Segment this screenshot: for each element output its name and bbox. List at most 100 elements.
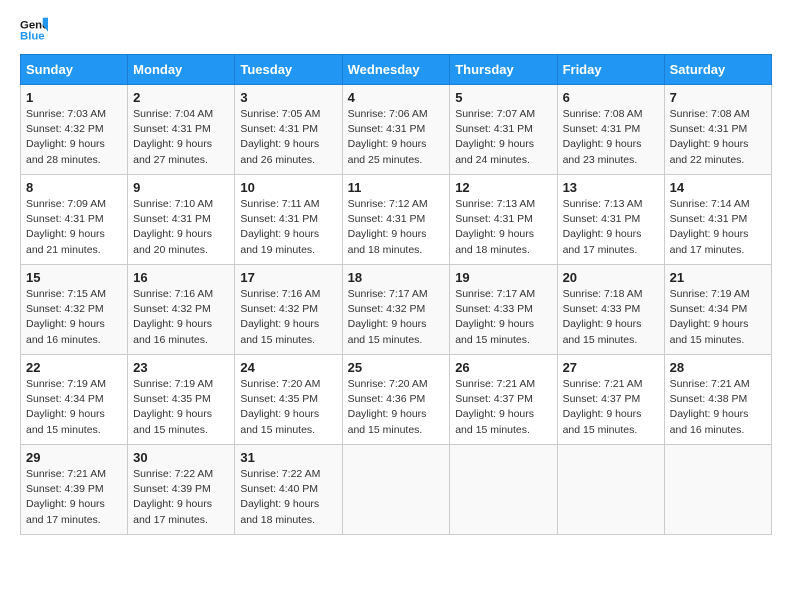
day-detail: Sunrise: 7:19 AMSunset: 4:34 PMDaylight:… <box>26 377 122 438</box>
day-detail: Sunrise: 7:17 AMSunset: 4:33 PMDaylight:… <box>455 287 551 348</box>
day-detail: Sunrise: 7:03 AMSunset: 4:32 PMDaylight:… <box>26 107 122 168</box>
calendar-cell: 7 Sunrise: 7:08 AMSunset: 4:31 PMDayligh… <box>664 85 771 175</box>
day-header-friday: Friday <box>557 55 664 85</box>
calendar-cell: 5 Sunrise: 7:07 AMSunset: 4:31 PMDayligh… <box>450 85 557 175</box>
calendar-cell: 8 Sunrise: 7:09 AMSunset: 4:31 PMDayligh… <box>21 175 128 265</box>
calendar-cell: 14 Sunrise: 7:14 AMSunset: 4:31 PMDaylig… <box>664 175 771 265</box>
day-detail: Sunrise: 7:19 AMSunset: 4:34 PMDaylight:… <box>670 287 766 348</box>
day-header-tuesday: Tuesday <box>235 55 342 85</box>
day-number: 4 <box>348 90 445 105</box>
day-number: 24 <box>240 360 336 375</box>
day-header-thursday: Thursday <box>450 55 557 85</box>
calendar-header: SundayMondayTuesdayWednesdayThursdayFrid… <box>21 55 772 85</box>
calendar-week-1: 1 Sunrise: 7:03 AMSunset: 4:32 PMDayligh… <box>21 85 772 175</box>
day-number: 20 <box>563 270 659 285</box>
day-detail: Sunrise: 7:21 AMSunset: 4:38 PMDaylight:… <box>670 377 766 438</box>
day-detail: Sunrise: 7:16 AMSunset: 4:32 PMDaylight:… <box>133 287 229 348</box>
calendar-cell: 12 Sunrise: 7:13 AMSunset: 4:31 PMDaylig… <box>450 175 557 265</box>
calendar-cell: 15 Sunrise: 7:15 AMSunset: 4:32 PMDaylig… <box>21 265 128 355</box>
calendar-cell: 2 Sunrise: 7:04 AMSunset: 4:31 PMDayligh… <box>128 85 235 175</box>
day-number: 16 <box>133 270 229 285</box>
logo-icon: General Blue <box>20 16 48 44</box>
calendar-cell <box>342 445 450 535</box>
day-detail: Sunrise: 7:07 AMSunset: 4:31 PMDaylight:… <box>455 107 551 168</box>
day-detail: Sunrise: 7:09 AMSunset: 4:31 PMDaylight:… <box>26 197 122 258</box>
day-number: 1 <box>26 90 122 105</box>
day-detail: Sunrise: 7:17 AMSunset: 4:32 PMDaylight:… <box>348 287 445 348</box>
calendar-cell: 31 Sunrise: 7:22 AMSunset: 4:40 PMDaylig… <box>235 445 342 535</box>
day-detail: Sunrise: 7:10 AMSunset: 4:31 PMDaylight:… <box>133 197 229 258</box>
day-number: 30 <box>133 450 229 465</box>
day-number: 27 <box>563 360 659 375</box>
day-detail: Sunrise: 7:06 AMSunset: 4:31 PMDaylight:… <box>348 107 445 168</box>
calendar-cell: 20 Sunrise: 7:18 AMSunset: 4:33 PMDaylig… <box>557 265 664 355</box>
day-number: 11 <box>348 180 445 195</box>
day-detail: Sunrise: 7:13 AMSunset: 4:31 PMDaylight:… <box>455 197 551 258</box>
calendar-week-4: 22 Sunrise: 7:19 AMSunset: 4:34 PMDaylig… <box>21 355 772 445</box>
day-detail: Sunrise: 7:14 AMSunset: 4:31 PMDaylight:… <box>670 197 766 258</box>
day-detail: Sunrise: 7:08 AMSunset: 4:31 PMDaylight:… <box>563 107 659 168</box>
day-detail: Sunrise: 7:05 AMSunset: 4:31 PMDaylight:… <box>240 107 336 168</box>
calendar-cell: 21 Sunrise: 7:19 AMSunset: 4:34 PMDaylig… <box>664 265 771 355</box>
day-number: 12 <box>455 180 551 195</box>
day-number: 31 <box>240 450 336 465</box>
day-number: 23 <box>133 360 229 375</box>
day-header-monday: Monday <box>128 55 235 85</box>
day-header-saturday: Saturday <box>664 55 771 85</box>
day-detail: Sunrise: 7:11 AMSunset: 4:31 PMDaylight:… <box>240 197 336 258</box>
day-detail: Sunrise: 7:21 AMSunset: 4:37 PMDaylight:… <box>563 377 659 438</box>
calendar-cell: 10 Sunrise: 7:11 AMSunset: 4:31 PMDaylig… <box>235 175 342 265</box>
calendar-cell: 18 Sunrise: 7:17 AMSunset: 4:32 PMDaylig… <box>342 265 450 355</box>
day-number: 3 <box>240 90 336 105</box>
calendar-cell: 23 Sunrise: 7:19 AMSunset: 4:35 PMDaylig… <box>128 355 235 445</box>
calendar-cell: 1 Sunrise: 7:03 AMSunset: 4:32 PMDayligh… <box>21 85 128 175</box>
svg-text:Blue: Blue <box>20 31 45 43</box>
day-detail: Sunrise: 7:16 AMSunset: 4:32 PMDaylight:… <box>240 287 336 348</box>
calendar-cell <box>450 445 557 535</box>
logo: General Blue <box>20 16 52 44</box>
day-number: 21 <box>670 270 766 285</box>
day-number: 13 <box>563 180 659 195</box>
calendar-cell: 28 Sunrise: 7:21 AMSunset: 4:38 PMDaylig… <box>664 355 771 445</box>
day-header-wednesday: Wednesday <box>342 55 450 85</box>
calendar-week-2: 8 Sunrise: 7:09 AMSunset: 4:31 PMDayligh… <box>21 175 772 265</box>
calendar-cell <box>664 445 771 535</box>
day-number: 28 <box>670 360 766 375</box>
day-detail: Sunrise: 7:20 AMSunset: 4:36 PMDaylight:… <box>348 377 445 438</box>
day-number: 8 <box>26 180 122 195</box>
day-detail: Sunrise: 7:15 AMSunset: 4:32 PMDaylight:… <box>26 287 122 348</box>
day-detail: Sunrise: 7:22 AMSunset: 4:39 PMDaylight:… <box>133 467 229 528</box>
day-detail: Sunrise: 7:21 AMSunset: 4:39 PMDaylight:… <box>26 467 122 528</box>
day-number: 14 <box>670 180 766 195</box>
calendar-cell: 3 Sunrise: 7:05 AMSunset: 4:31 PMDayligh… <box>235 85 342 175</box>
day-number: 26 <box>455 360 551 375</box>
page-header: General Blue <box>20 16 772 44</box>
calendar-cell: 11 Sunrise: 7:12 AMSunset: 4:31 PMDaylig… <box>342 175 450 265</box>
calendar-cell: 9 Sunrise: 7:10 AMSunset: 4:31 PMDayligh… <box>128 175 235 265</box>
day-detail: Sunrise: 7:04 AMSunset: 4:31 PMDaylight:… <box>133 107 229 168</box>
calendar-cell: 6 Sunrise: 7:08 AMSunset: 4:31 PMDayligh… <box>557 85 664 175</box>
day-number: 29 <box>26 450 122 465</box>
day-detail: Sunrise: 7:22 AMSunset: 4:40 PMDaylight:… <box>240 467 336 528</box>
day-detail: Sunrise: 7:13 AMSunset: 4:31 PMDaylight:… <box>563 197 659 258</box>
calendar-table: SundayMondayTuesdayWednesdayThursdayFrid… <box>20 54 772 535</box>
day-header-sunday: Sunday <box>21 55 128 85</box>
day-detail: Sunrise: 7:08 AMSunset: 4:31 PMDaylight:… <box>670 107 766 168</box>
calendar-week-5: 29 Sunrise: 7:21 AMSunset: 4:39 PMDaylig… <box>21 445 772 535</box>
day-number: 18 <box>348 270 445 285</box>
day-detail: Sunrise: 7:19 AMSunset: 4:35 PMDaylight:… <box>133 377 229 438</box>
day-number: 2 <box>133 90 229 105</box>
day-detail: Sunrise: 7:12 AMSunset: 4:31 PMDaylight:… <box>348 197 445 258</box>
day-detail: Sunrise: 7:18 AMSunset: 4:33 PMDaylight:… <box>563 287 659 348</box>
calendar-cell <box>557 445 664 535</box>
calendar-week-3: 15 Sunrise: 7:15 AMSunset: 4:32 PMDaylig… <box>21 265 772 355</box>
calendar-cell: 30 Sunrise: 7:22 AMSunset: 4:39 PMDaylig… <box>128 445 235 535</box>
calendar-cell: 4 Sunrise: 7:06 AMSunset: 4:31 PMDayligh… <box>342 85 450 175</box>
calendar-cell: 26 Sunrise: 7:21 AMSunset: 4:37 PMDaylig… <box>450 355 557 445</box>
calendar-cell: 17 Sunrise: 7:16 AMSunset: 4:32 PMDaylig… <box>235 265 342 355</box>
calendar-cell: 19 Sunrise: 7:17 AMSunset: 4:33 PMDaylig… <box>450 265 557 355</box>
calendar-cell: 24 Sunrise: 7:20 AMSunset: 4:35 PMDaylig… <box>235 355 342 445</box>
day-number: 5 <box>455 90 551 105</box>
day-detail: Sunrise: 7:21 AMSunset: 4:37 PMDaylight:… <box>455 377 551 438</box>
calendar-cell: 27 Sunrise: 7:21 AMSunset: 4:37 PMDaylig… <box>557 355 664 445</box>
